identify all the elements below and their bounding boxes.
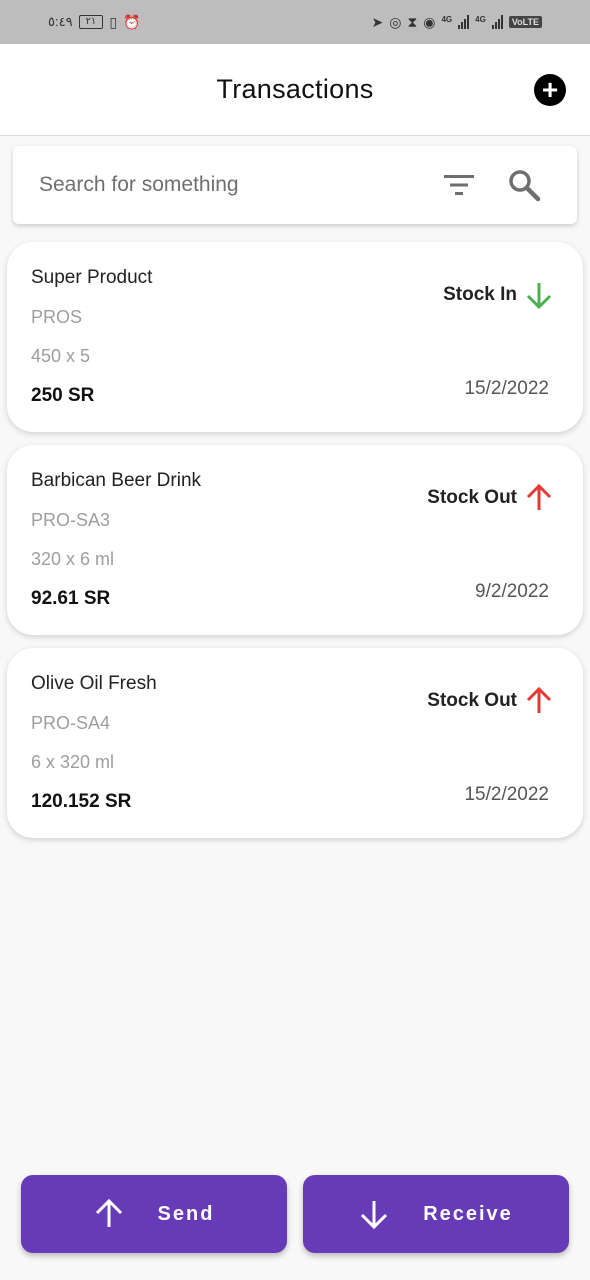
arrow-down-icon	[361, 1201, 388, 1230]
plus-circle-icon: +	[541, 74, 559, 105]
signal-icon-2	[491, 15, 503, 29]
product-quantity: 450 x 5	[31, 346, 91, 366]
product-name: Olive Oil Fresh	[31, 673, 157, 694]
network-type-2: 4G	[475, 15, 486, 24]
product-code: PRO-SA3	[31, 510, 111, 530]
alarm-icon: ⏰	[123, 14, 141, 30]
signal-icon	[458, 15, 470, 29]
whatsapp-icon: ◎	[389, 14, 402, 30]
status-bar-right: ➤ ◎ ⧗ ◉ 4G 4G VoLTE	[371, 15, 542, 29]
arrow-up-icon	[526, 686, 552, 713]
send-button-label: Send	[157, 1202, 215, 1225]
transaction-date: 15/2/2022	[464, 378, 549, 399]
product-name: Barbican Beer Drink	[31, 470, 202, 491]
transaction-date: 15/2/2022	[464, 784, 549, 805]
product-code: PROS	[31, 307, 83, 327]
arrow-down-icon	[526, 283, 552, 310]
filter-icon[interactable]	[443, 172, 475, 198]
transaction-card[interactable]: Super Product PROS 450 x 5 250 SR Stock …	[7, 242, 583, 432]
send-button[interactable]: Send	[21, 1175, 287, 1253]
search-icon[interactable]	[507, 168, 541, 202]
transaction-date: 9/2/2022	[475, 581, 549, 602]
battery-indicator: ٢١	[78, 15, 104, 29]
transaction-card[interactable]: Olive Oil Fresh PRO-SA4 6 x 320 ml 120.1…	[7, 648, 583, 838]
transaction-type-label: Stock In	[443, 284, 517, 305]
arrow-up-icon	[95, 1198, 122, 1227]
status-bar-left: ٥:٤٩ ٢١ ▯ ⏰	[48, 14, 140, 30]
status-time: ٥:٤٩	[48, 14, 73, 29]
transaction-type-label: Stock Out	[427, 487, 517, 508]
hourglass-icon: ⧗	[407, 14, 418, 30]
volte-badge: VoLTE	[508, 16, 542, 28]
search-input[interactable]	[39, 166, 419, 204]
transaction-type: Stock In	[443, 280, 553, 310]
product-name: Super Product	[31, 267, 153, 288]
transaction-type: Stock Out	[427, 686, 553, 716]
product-quantity: 320 x 6 ml	[31, 549, 115, 569]
add-transaction-button[interactable]: +	[534, 74, 566, 106]
app-bar: Transactions +	[0, 44, 590, 136]
product-price: 250 SR	[31, 385, 95, 406]
transaction-card[interactable]: Barbican Beer Drink PRO-SA3 320 x 6 ml 9…	[7, 445, 583, 635]
vibrate-icon: ▯	[109, 14, 118, 30]
product-code: PRO-SA4	[31, 713, 111, 733]
transaction-type-label: Stock Out	[427, 690, 517, 711]
telegram-icon: ➤	[371, 14, 384, 30]
page-title: Transactions	[216, 74, 374, 104]
receive-button[interactable]: Receive	[303, 1175, 569, 1253]
arrow-up-icon	[526, 483, 552, 510]
product-price: 92.61 SR	[31, 588, 111, 609]
transaction-type: Stock Out	[427, 483, 553, 513]
receive-button-label: Receive	[423, 1202, 513, 1225]
network-type-1: 4G	[441, 15, 453, 24]
product-quantity: 6 x 320 ml	[31, 752, 115, 772]
status-bar: ٥:٤٩ ٢١ ▯ ⏰ ➤ ◎ ⧗ ◉ 4G 4G VoLTE	[0, 0, 590, 44]
hotspot-icon: ◉	[423, 14, 436, 30]
product-price: 120.152 SR	[31, 791, 132, 812]
search-bar	[13, 146, 577, 224]
